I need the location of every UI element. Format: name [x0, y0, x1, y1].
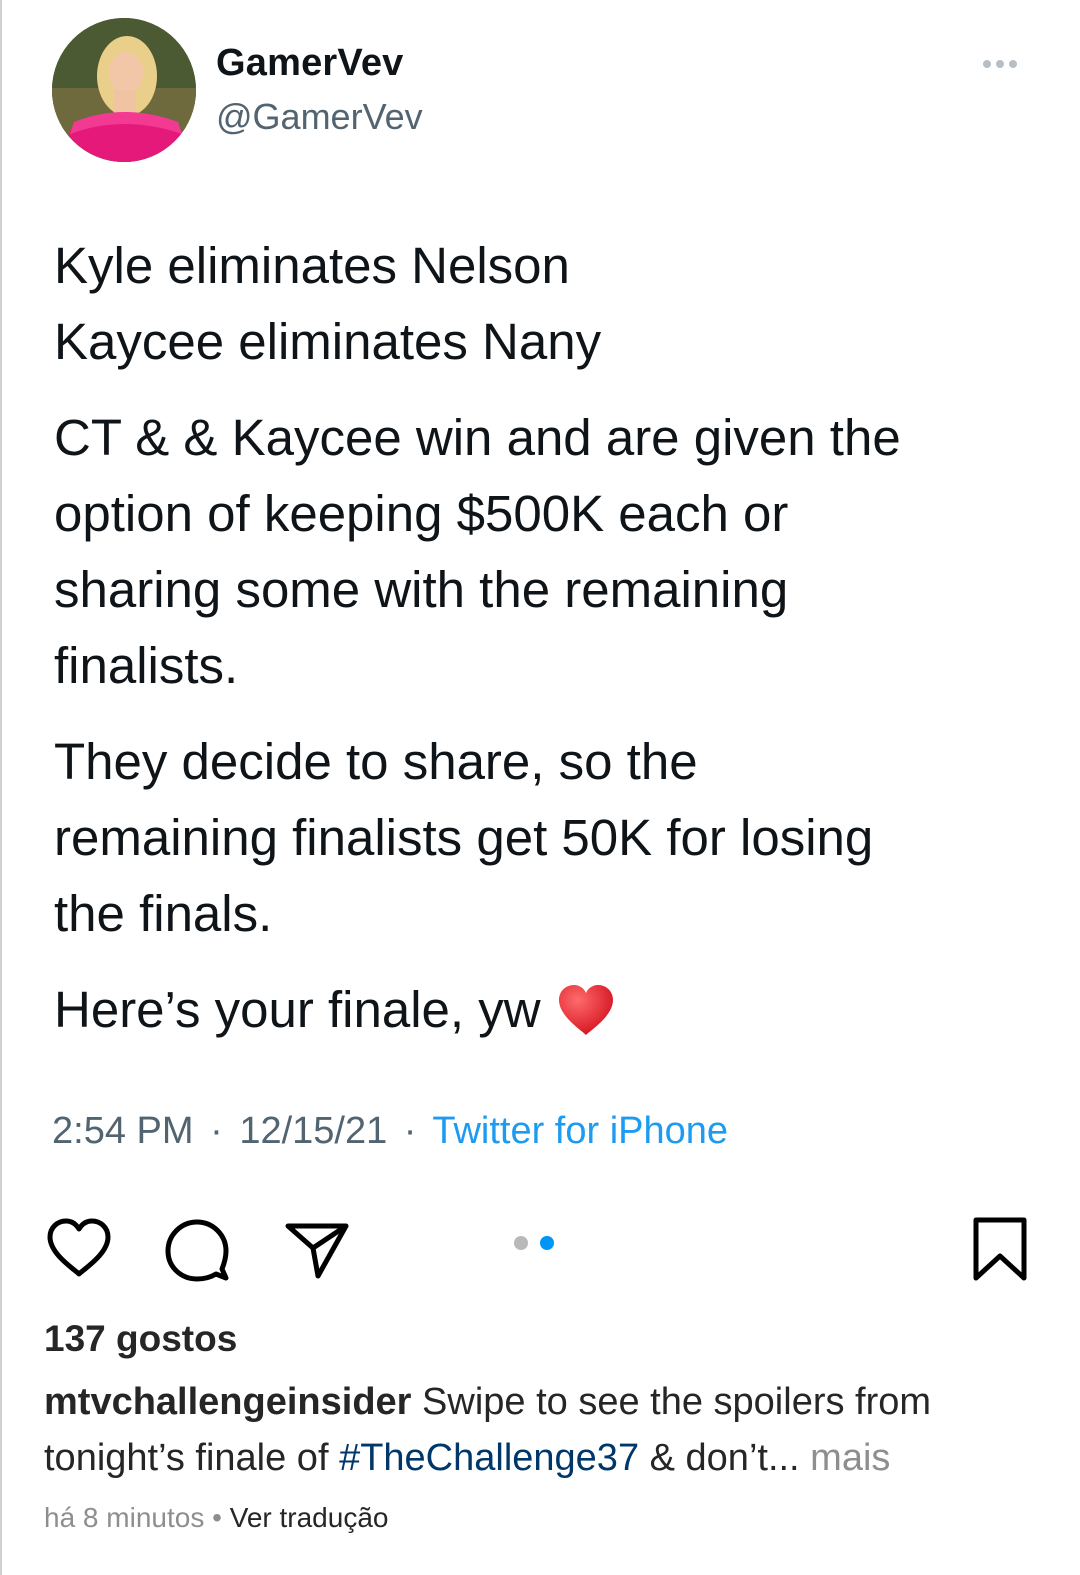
tweet-line: They decide to share, so the [54, 733, 698, 790]
tweet-line: remaining finalists get 50K for losing [54, 809, 874, 866]
tweet-line: Here’s your finale, yw [54, 981, 541, 1038]
ellipsis-icon[interactable] [980, 54, 1020, 74]
caption-username[interactable]: mtvchallengeinsider [44, 1381, 411, 1423]
paper-plane-icon [285, 1223, 349, 1279]
tweet-line: sharing some with the remaining [54, 561, 789, 618]
carousel-dot [514, 1236, 528, 1250]
comment-button[interactable] [162, 1214, 232, 1284]
time-ago: há 8 minutos [44, 1502, 205, 1533]
like-button[interactable] [44, 1214, 114, 1284]
tweet-paragraph: CT & & Kaycee win and are given the opti… [54, 400, 1014, 704]
meta-separator: · [403, 1110, 417, 1152]
tweet-paragraph: Here’s your finale, yw [54, 972, 1014, 1058]
tweet-time: 2:54 PM [52, 1110, 194, 1152]
caption-text-end: & don’t... [639, 1437, 800, 1479]
tweet-line: Kaycee eliminates Nany [54, 313, 602, 370]
caption-hashtag[interactable]: #TheChallenge37 [339, 1437, 639, 1479]
post-timestamp: há 8 minutos • Ver tradução [44, 1502, 388, 1534]
avatar [52, 18, 196, 162]
tweet-line: option of keeping $500K each or [54, 485, 789, 542]
tweet-source-link[interactable]: Twitter for iPhone [432, 1110, 728, 1152]
ellipsis-dot [983, 60, 991, 68]
tweet-line: finalists. [54, 637, 239, 694]
carousel-indicator [514, 1236, 554, 1250]
post-caption: mtvchallengeinsider Swipe to see the spo… [44, 1374, 1044, 1486]
bookmark-icon [973, 1217, 1027, 1281]
tweet-line: CT & & Kaycee win and are given the [54, 409, 901, 466]
like-count[interactable]: 137 gostos [44, 1318, 237, 1360]
ellipsis-dot [996, 60, 1004, 68]
tweet-line: the finals. [54, 885, 273, 942]
caption-more-link[interactable]: mais [800, 1437, 890, 1479]
meta-bullet: • [204, 1502, 230, 1533]
share-button[interactable] [282, 1214, 352, 1284]
ellipsis-dot [1009, 60, 1017, 68]
tweet-text: Kyle eliminates Nelson Kaycee eliminates… [54, 228, 1014, 1078]
tweet-meta: 2:54 PM · 12/15/21 · Twitter for iPhone [52, 1110, 728, 1153]
comment-bubble-icon [165, 1219, 229, 1282]
tweet-screenshot: GamerVev @GamerVev Kyle eliminates Nelso… [0, 0, 1080, 1180]
see-translation-link[interactable]: Ver tradução [230, 1502, 389, 1533]
post-action-bar [0, 1200, 1080, 1290]
heart-outline-icon [47, 1218, 111, 1277]
tweet-date: 12/15/21 [239, 1110, 388, 1152]
save-button[interactable] [966, 1214, 1036, 1284]
tweet-paragraph: They decide to share, so the remaining f… [54, 724, 1014, 952]
tweet-paragraph: Kyle eliminates Nelson Kaycee eliminates… [54, 228, 1014, 380]
carousel-dot-active [540, 1236, 554, 1250]
tweet-handle[interactable]: @GamerVev [216, 96, 423, 138]
tweet-line: Kyle eliminates Nelson [54, 237, 570, 294]
tweet-display-name[interactable]: GamerVev [216, 42, 404, 85]
meta-separator: · [210, 1110, 223, 1152]
red-heart-emoji-icon [557, 982, 615, 1058]
